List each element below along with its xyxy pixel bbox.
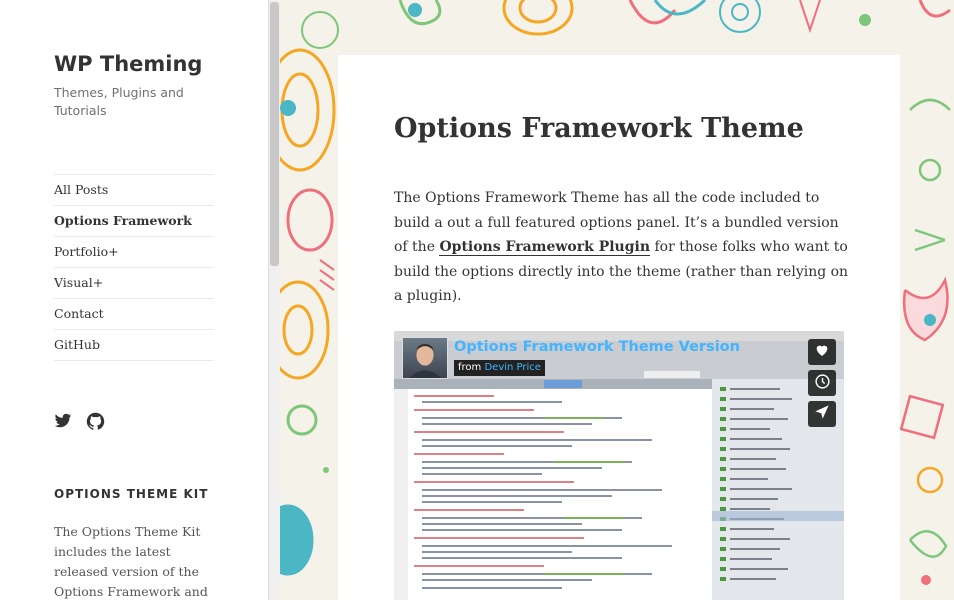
twitter-icon[interactable] — [54, 412, 74, 432]
widget-title: OPTIONS THEME KIT — [54, 487, 209, 501]
nav-item-contact[interactable]: Contact — [54, 299, 214, 330]
share-button[interactable] — [808, 401, 836, 427]
social-links — [54, 412, 106, 432]
video-header: Options Framework Theme Version from Dev… — [402, 337, 740, 379]
clock-icon — [814, 373, 831, 394]
video-byline: from Devin Price — [454, 360, 545, 376]
article-card: Options Framework Theme The Options Fram… — [338, 55, 900, 600]
video-author-link[interactable]: Devin Price — [484, 362, 540, 373]
github-icon[interactable] — [86, 412, 106, 432]
main-navigation: All Posts Options Framework Portfolio+ V… — [54, 174, 214, 361]
post-body: The Options Framework Theme has all the … — [394, 186, 849, 309]
nav-item-visual[interactable]: Visual+ — [54, 268, 214, 299]
sidebar: WP Theming Themes, Plugins and Tutorials… — [0, 0, 268, 600]
scrollbar-thumb[interactable] — [270, 2, 279, 266]
site-description: Themes, Plugins and Tutorials — [54, 85, 184, 118]
post-title: Options Framework Theme — [394, 113, 804, 144]
sidebar-scrollbar[interactable] — [268, 0, 280, 600]
options-framework-plugin-link[interactable]: Options Framework Plugin — [439, 239, 651, 256]
watch-later-button[interactable] — [808, 370, 836, 396]
nav-item-all-posts[interactable]: All Posts — [54, 175, 214, 206]
nav-item-portfolio[interactable]: Portfolio+ — [54, 237, 214, 268]
nav-item-options-framework[interactable]: Options Framework — [54, 206, 214, 237]
widget-text: The Options Theme Kit includes the lates… — [54, 524, 208, 599]
like-button[interactable] — [808, 339, 836, 365]
author-avatar[interactable] — [402, 337, 448, 379]
nav-item-github[interactable]: GitHub — [54, 330, 214, 361]
video-embed[interactable]: Options Framework Theme Version from Dev… — [394, 331, 844, 600]
video-title[interactable]: Options Framework Theme Version — [454, 339, 740, 355]
site-title[interactable]: WP Theming — [54, 52, 202, 76]
heart-icon — [814, 342, 830, 362]
send-icon — [814, 404, 830, 424]
video-from-label: from — [458, 362, 482, 373]
